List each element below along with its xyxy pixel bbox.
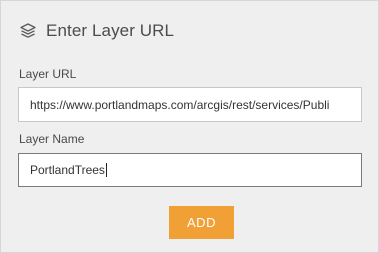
enter-layer-url-panel: Enter Layer URL Layer URL https://www.po… — [0, 0, 379, 253]
layer-name-value: PortlandTrees — [30, 163, 105, 177]
layer-url-label: Layer URL — [19, 67, 77, 81]
layer-name-text: PortlandTrees — [30, 154, 107, 186]
panel-header: Enter Layer URL — [19, 21, 174, 41]
layer-name-input[interactable]: PortlandTrees — [18, 153, 362, 187]
panel-title: Enter Layer URL — [46, 21, 175, 40]
layers-icon — [19, 22, 37, 40]
text-caret — [105, 163, 107, 177]
layer-url-value: https://www.portlandmaps.com/arcgis/rest… — [30, 97, 330, 112]
layer-name-label: Layer Name — [19, 132, 85, 146]
add-button[interactable]: ADD — [169, 206, 234, 239]
layer-url-input[interactable]: https://www.portlandmaps.com/arcgis/rest… — [18, 87, 362, 122]
